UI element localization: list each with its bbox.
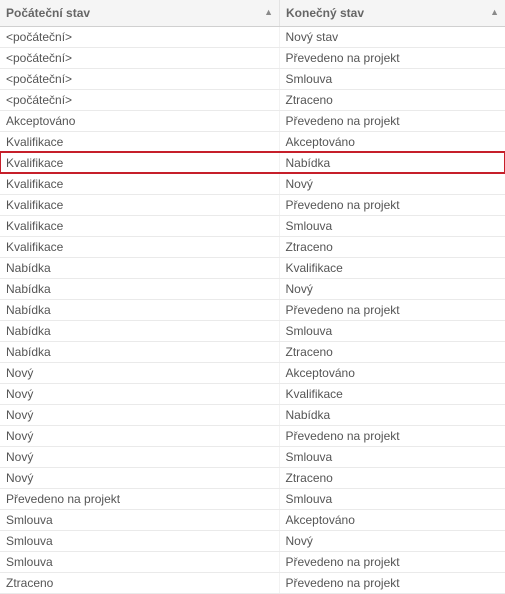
table-row[interactable]: NovýNabídka — [0, 404, 505, 425]
table-row[interactable]: KvalifikaceAkceptováno — [0, 131, 505, 152]
cell-final-state: Smlouva — [279, 320, 505, 341]
table-row[interactable]: NabídkaSmlouva — [0, 320, 505, 341]
cell-final-state: Kvalifikace — [279, 257, 505, 278]
table-row[interactable]: SmlouvaPřevedeno na projekt — [0, 551, 505, 572]
table-row[interactable]: KvalifikaceNový — [0, 173, 505, 194]
table-row[interactable]: NabídkaPřevedeno na projekt — [0, 299, 505, 320]
cell-final-state: Převedeno na projekt — [279, 425, 505, 446]
cell-final-state: Nový — [279, 530, 505, 551]
cell-initial-state: Akceptováno — [0, 110, 279, 131]
column-header-initial-state[interactable]: Počáteční stav ▲ — [0, 0, 279, 26]
cell-final-state: Převedeno na projekt — [279, 551, 505, 572]
cell-final-state: Nabídka — [279, 404, 505, 425]
cell-initial-state: Smlouva — [0, 530, 279, 551]
cell-final-state: Ztraceno — [279, 89, 505, 110]
cell-initial-state: Převedeno na projekt — [0, 488, 279, 509]
cell-initial-state: <počáteční> — [0, 26, 279, 47]
table-row[interactable]: KvalifikaceSmlouva — [0, 215, 505, 236]
cell-final-state: Smlouva — [279, 215, 505, 236]
column-header-label: Počáteční stav — [6, 6, 90, 20]
cell-final-state: Smlouva — [279, 446, 505, 467]
table-header-row: Počáteční stav ▲ Konečný stav ▲ — [0, 0, 505, 26]
cell-initial-state: Kvalifikace — [0, 173, 279, 194]
cell-initial-state: Nový — [0, 362, 279, 383]
cell-initial-state: Nový — [0, 446, 279, 467]
table-row[interactable]: NovýSmlouva — [0, 446, 505, 467]
cell-final-state: Ztraceno — [279, 341, 505, 362]
cell-initial-state: Nový — [0, 467, 279, 488]
table-row[interactable]: SmlouvaAkceptováno — [0, 509, 505, 530]
sort-ascending-icon: ▲ — [486, 8, 499, 17]
table-row[interactable]: KvalifikaceNabídka — [0, 152, 505, 173]
table-row[interactable]: NabídkaNový — [0, 278, 505, 299]
cell-initial-state: <počáteční> — [0, 89, 279, 110]
table-row[interactable]: NabídkaKvalifikace — [0, 257, 505, 278]
cell-final-state: Akceptováno — [279, 509, 505, 530]
cell-final-state: Převedeno na projekt — [279, 110, 505, 131]
cell-final-state: Převedeno na projekt — [279, 47, 505, 68]
state-transition-table-wrap: Počáteční stav ▲ Konečný stav ▲ <počáteč… — [0, 0, 505, 594]
cell-final-state: Převedeno na projekt — [279, 299, 505, 320]
cell-final-state: Převedeno na projekt — [279, 194, 505, 215]
cell-final-state: Kvalifikace — [279, 383, 505, 404]
cell-initial-state: Kvalifikace — [0, 152, 279, 173]
table-row[interactable]: KvalifikaceZtraceno — [0, 236, 505, 257]
table-row[interactable]: Převedeno na projektSmlouva — [0, 488, 505, 509]
cell-final-state: Akceptováno — [279, 131, 505, 152]
table-row[interactable]: NabídkaZtraceno — [0, 341, 505, 362]
cell-initial-state: Smlouva — [0, 551, 279, 572]
cell-initial-state: Ztraceno — [0, 572, 279, 593]
cell-final-state: Smlouva — [279, 68, 505, 89]
cell-initial-state: Kvalifikace — [0, 215, 279, 236]
table-row[interactable]: NovýKvalifikace — [0, 383, 505, 404]
cell-final-state: Ztraceno — [279, 467, 505, 488]
cell-final-state: Převedeno na projekt — [279, 572, 505, 593]
table-row[interactable]: NovýZtraceno — [0, 467, 505, 488]
cell-initial-state: Nabídka — [0, 278, 279, 299]
cell-final-state: Nový — [279, 173, 505, 194]
cell-initial-state: Kvalifikace — [0, 131, 279, 152]
cell-final-state: Smlouva — [279, 488, 505, 509]
cell-initial-state: Kvalifikace — [0, 236, 279, 257]
cell-initial-state: Nový — [0, 383, 279, 404]
cell-initial-state: Nabídka — [0, 320, 279, 341]
cell-initial-state: Nabídka — [0, 257, 279, 278]
table-row[interactable]: <počáteční>Smlouva — [0, 68, 505, 89]
sort-ascending-icon: ▲ — [260, 8, 273, 17]
table-row[interactable]: KvalifikacePřevedeno na projekt — [0, 194, 505, 215]
table-row[interactable]: NovýPřevedeno na projekt — [0, 425, 505, 446]
cell-initial-state: Nový — [0, 404, 279, 425]
table-body: <počáteční>Nový stav<počáteční>Převedeno… — [0, 26, 505, 593]
table-row[interactable]: <počáteční>Převedeno na projekt — [0, 47, 505, 68]
table-row[interactable]: NovýAkceptováno — [0, 362, 505, 383]
column-header-label: Konečný stav — [286, 6, 364, 20]
table-row[interactable]: AkceptovánoPřevedeno na projekt — [0, 110, 505, 131]
cell-final-state: Nový — [279, 278, 505, 299]
cell-initial-state: Nový — [0, 425, 279, 446]
cell-initial-state: <počáteční> — [0, 68, 279, 89]
cell-initial-state: Nabídka — [0, 341, 279, 362]
cell-initial-state: <počáteční> — [0, 47, 279, 68]
cell-final-state: Ztraceno — [279, 236, 505, 257]
cell-initial-state: Smlouva — [0, 509, 279, 530]
cell-initial-state: Kvalifikace — [0, 194, 279, 215]
table-row[interactable]: <počáteční>Ztraceno — [0, 89, 505, 110]
cell-final-state: Nový stav — [279, 26, 505, 47]
column-header-final-state[interactable]: Konečný stav ▲ — [279, 0, 505, 26]
table-row[interactable]: <počáteční>Nový stav — [0, 26, 505, 47]
table-row[interactable]: ZtracenoPřevedeno na projekt — [0, 572, 505, 593]
cell-initial-state: Nabídka — [0, 299, 279, 320]
cell-final-state: Nabídka — [279, 152, 505, 173]
table-row[interactable]: SmlouvaNový — [0, 530, 505, 551]
state-transition-table: Počáteční stav ▲ Konečný stav ▲ <počáteč… — [0, 0, 505, 594]
cell-final-state: Akceptováno — [279, 362, 505, 383]
